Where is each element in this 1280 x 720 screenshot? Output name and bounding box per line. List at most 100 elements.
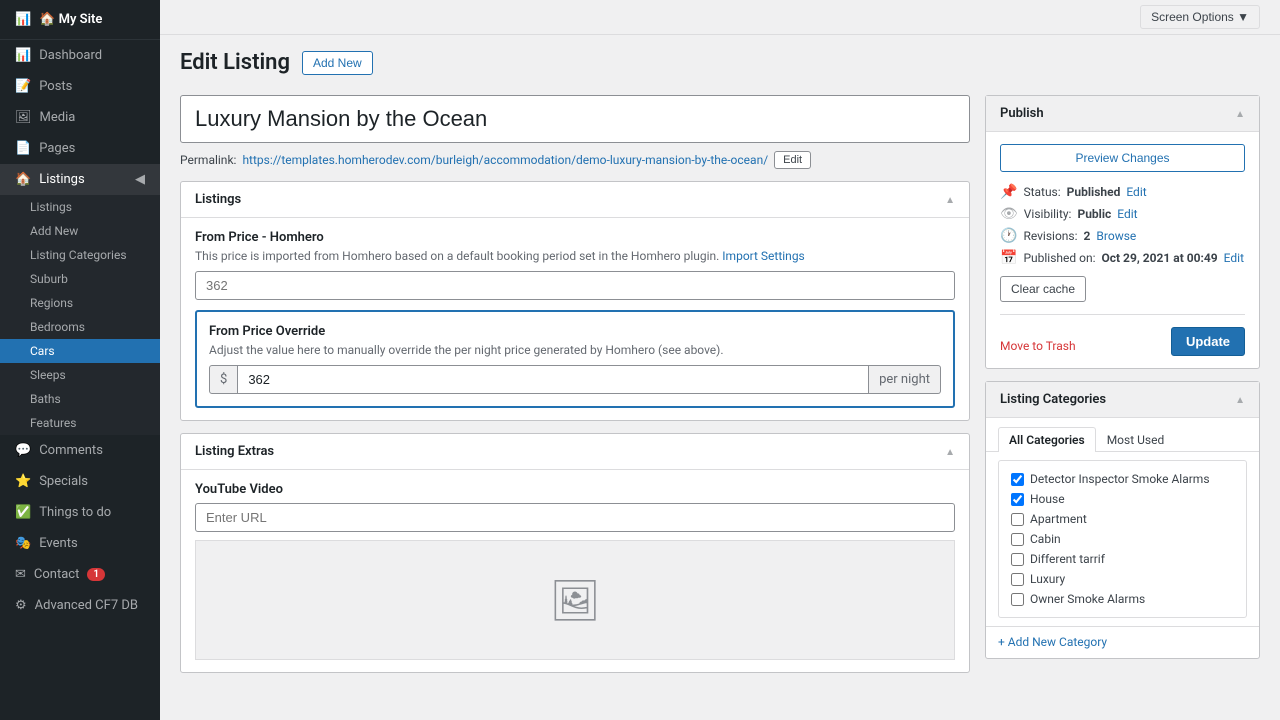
update-button[interactable]: Update: [1171, 327, 1245, 356]
listing-extras-metabox-header[interactable]: Listing Extras: [181, 434, 969, 470]
sidebar-item-pages[interactable]: 📄 Pages: [0, 133, 160, 164]
sidebar-item-posts[interactable]: 📝 Posts: [0, 71, 160, 102]
status-edit-link[interactable]: Edit: [1126, 185, 1146, 199]
publish-box: Publish Preview Changes 📌 Status: Publis…: [985, 95, 1260, 369]
add-new-label: Add New: [313, 56, 362, 70]
status-icon: 📌: [1000, 184, 1017, 200]
category-label-5: Luxury: [1030, 572, 1065, 586]
tab-most-used[interactable]: Most Used: [1096, 427, 1176, 452]
price-override-input[interactable]: [238, 365, 869, 394]
listing-categories-header[interactable]: Listing Categories: [986, 382, 1259, 418]
visibility-value: Public: [1077, 207, 1111, 221]
pages-icon: 📄: [15, 141, 31, 156]
status-row: 📌 Status: Published Edit: [1000, 184, 1245, 200]
sidebar-sub-listing-categories[interactable]: Listing Categories: [0, 243, 160, 267]
side-column: Publish Preview Changes 📌 Status: Publis…: [985, 95, 1260, 685]
youtube-label: YouTube Video: [195, 482, 955, 497]
sub-label-cars: Cars: [30, 344, 55, 358]
category-checkbox-4[interactable]: [1011, 553, 1024, 566]
main-column: Permalink: https://templates.homherodev.…: [180, 95, 970, 685]
category-label-4: Different tarrif: [1030, 552, 1105, 566]
listings-metabox-title: Listings: [195, 192, 241, 207]
category-item: Luxury: [1011, 569, 1234, 589]
comments-icon: 💬: [15, 443, 31, 458]
sidebar-item-contact[interactable]: ✉ Contact 1: [0, 559, 160, 590]
contact-icon: ✉: [15, 567, 26, 582]
events-icon: 🎭: [15, 536, 31, 551]
add-new-category-link[interactable]: + Add New Category: [998, 635, 1107, 649]
publish-body: Preview Changes 📌 Status: Published Edit…: [986, 132, 1259, 368]
sidebar-item-dashboard[interactable]: 📊 Dashboard: [0, 40, 160, 71]
sub-label-features: Features: [30, 416, 76, 430]
sidebar: 📊 🏠 My Site 📊 Dashboard 📝 Posts 🖼 Media …: [0, 0, 160, 720]
sidebar-sub-bedrooms[interactable]: Bedrooms: [0, 315, 160, 339]
visibility-icon: 👁: [1000, 206, 1018, 222]
category-label-1: House: [1030, 492, 1065, 506]
move-to-trash-label: Move to Trash: [1000, 339, 1076, 353]
from-price-input[interactable]: [195, 271, 955, 300]
youtube-input[interactable]: [195, 503, 955, 532]
move-to-trash-link[interactable]: Move to Trash: [1000, 339, 1076, 353]
sidebar-sub-features[interactable]: Features: [0, 411, 160, 435]
sidebar-sub-add-new[interactable]: Add New: [0, 219, 160, 243]
listing-extras-title: Listing Extras: [195, 444, 274, 459]
sub-label-add-new: Add New: [30, 224, 78, 238]
sidebar-item-listings[interactable]: 🏠 Listings ◀: [0, 164, 160, 195]
sidebar-label-listings: Listings: [39, 172, 84, 187]
sidebar-sub-sleeps[interactable]: Sleeps: [0, 363, 160, 387]
listings-metabox: Listings From Price - Homhero This price…: [180, 181, 970, 421]
category-item: Cabin: [1011, 529, 1234, 549]
sidebar-sub-cars[interactable]: Cars: [0, 339, 160, 363]
price-override-desc: Adjust the value here to manually overri…: [209, 343, 941, 357]
tab-all-categories[interactable]: All Categories: [998, 427, 1096, 452]
sidebar-sub-listings[interactable]: Listings: [0, 195, 160, 219]
revisions-browse-link[interactable]: Browse: [1096, 229, 1136, 243]
clear-cache-button[interactable]: Clear cache: [1000, 276, 1086, 302]
category-label-3: Cabin: [1030, 532, 1061, 546]
category-checkbox-3[interactable]: [1011, 533, 1024, 546]
price-input-group: $ per night: [209, 365, 941, 394]
listing-extras-metabox: Listing Extras YouTube Video 🖼: [180, 433, 970, 673]
add-new-button[interactable]: Add New: [302, 51, 373, 75]
sidebar-sub-suburb[interactable]: Suburb: [0, 267, 160, 291]
main-content: Screen Options ▼ Edit Listing Add New Pe…: [160, 0, 1280, 720]
sub-label-suburb: Suburb: [30, 272, 68, 286]
category-checkbox-6[interactable]: [1011, 593, 1024, 606]
price-prefix: $: [209, 365, 238, 394]
permalink-url[interactable]: https://templates.homherodev.com/burleig…: [242, 153, 768, 167]
cf7-icon: ⚙: [15, 598, 27, 613]
category-checkbox-1[interactable]: [1011, 493, 1024, 506]
published-edit-link[interactable]: Edit: [1224, 251, 1244, 265]
import-settings-label: Import Settings: [722, 249, 804, 263]
sidebar-item-comments[interactable]: 💬 Comments: [0, 435, 160, 466]
page-header: Edit Listing Add New: [160, 35, 1280, 85]
sidebar-sub-regions[interactable]: Regions: [0, 291, 160, 315]
screen-options-bar: Screen Options ▼: [160, 0, 1280, 35]
sidebar-header: 📊 🏠 My Site: [0, 0, 160, 40]
sidebar-item-specials[interactable]: ⭐ Specials: [0, 466, 160, 497]
image-placeholder-icon: 🖼: [550, 577, 601, 624]
listing-title-input[interactable]: [180, 95, 970, 143]
listings-metabox-header[interactable]: Listings: [181, 182, 969, 218]
sidebar-item-media[interactable]: 🖼 Media: [0, 102, 160, 133]
sidebar-item-events[interactable]: 🎭 Events: [0, 528, 160, 559]
sidebar-label-pages: Pages: [39, 141, 75, 156]
import-settings-link[interactable]: Import Settings: [722, 249, 804, 263]
preview-changes-button[interactable]: Preview Changes: [1000, 144, 1245, 172]
screen-options-button[interactable]: Screen Options ▼: [1140, 5, 1260, 29]
permalink-edit-button[interactable]: Edit: [774, 151, 811, 169]
site-name: 🏠 My Site: [39, 12, 102, 27]
sidebar-item-things-to-do[interactable]: ✅ Things to do: [0, 497, 160, 528]
sidebar-item-advanced-cf7[interactable]: ⚙ Advanced CF7 DB: [0, 590, 160, 621]
sidebar-label-dashboard: Dashboard: [39, 48, 102, 63]
sub-label-baths: Baths: [30, 392, 61, 406]
visibility-edit-link[interactable]: Edit: [1117, 207, 1137, 221]
category-checkbox-5[interactable]: [1011, 573, 1024, 586]
sidebar-sub-baths[interactable]: Baths: [0, 387, 160, 411]
category-checkbox-2[interactable]: [1011, 513, 1024, 526]
screen-options-label: Screen Options ▼: [1151, 10, 1249, 24]
sidebar-label-events: Events: [39, 536, 77, 551]
clear-cache-label: Clear cache: [1011, 282, 1075, 296]
listings-metabox-body: From Price - Homhero This price is impor…: [181, 218, 969, 420]
category-checkbox-0[interactable]: [1011, 473, 1024, 486]
